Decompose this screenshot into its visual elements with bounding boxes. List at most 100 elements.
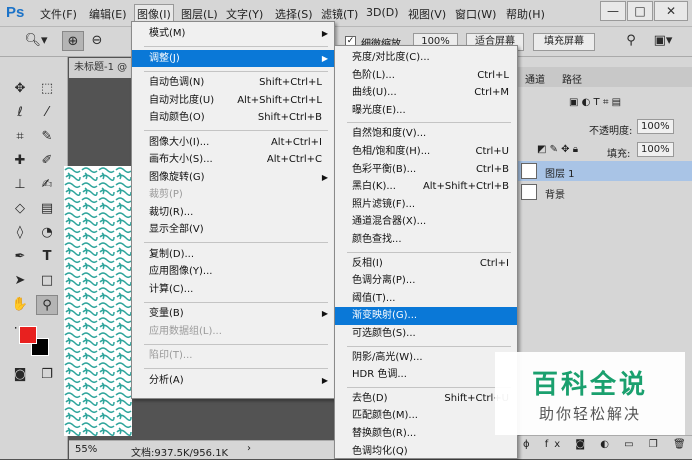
history-brush-icon[interactable]: ✍ <box>36 175 58 195</box>
filter-icons[interactable]: ▣ ◐ T ⌗ ▤ <box>569 97 621 108</box>
menu-item[interactable]: 应用图像(Y)... <box>132 263 334 281</box>
tab-channels[interactable]: 通道 <box>525 71 545 86</box>
workspace-icon[interactable]: ▣▾ <box>648 31 678 51</box>
menu-item[interactable]: 色调均化(Q) <box>335 443 517 460</box>
menu-item[interactable]: 3D(D) <box>366 6 399 19</box>
zoom-tool-preset-icon[interactable]: 🔍︎▾ <box>22 31 50 51</box>
menu-item-label: 分析(A) <box>149 374 184 386</box>
layer-name[interactable]: 图层 1 <box>545 165 575 180</box>
foreground-color-swatch[interactable] <box>19 326 37 344</box>
pen-tool-icon[interactable]: ✒ <box>9 247 31 267</box>
menu-item[interactable]: 自动颜色(O) Shift+Ctrl+B <box>132 109 334 127</box>
zoom-out-icon[interactable]: ⊖ <box>86 31 108 51</box>
tab-paths[interactable]: 路径 <box>562 71 582 86</box>
zoom-in-icon[interactable]: ⊕ <box>62 31 84 51</box>
menu-item[interactable]: 可选颜色(S)... <box>335 325 517 343</box>
minimize-button[interactable]: — <box>600 1 626 21</box>
menu-item-label: 应用图像(Y)... <box>149 266 213 277</box>
opacity-field[interactable]: 100% <box>637 119 674 134</box>
menu-item-label: 色阶(L)... <box>352 69 395 81</box>
lock-icons[interactable]: ◩ ✎ ✥ 🔒︎ <box>537 144 578 155</box>
menu-item[interactable]: 渐变映射(G)... <box>335 307 517 325</box>
menu-item[interactable]: 分析(A) ▶ <box>132 372 334 390</box>
menu-item[interactable]: 曲线(U)... Ctrl+M <box>335 84 517 102</box>
screen-mode-icon[interactable]: ❐ <box>36 365 58 385</box>
rectangle-tool-icon[interactable]: □ <box>36 271 58 291</box>
marquee-tool-icon[interactable]: ⬚ <box>36 79 58 99</box>
menu-item[interactable]: 视图(V) <box>408 6 446 22</box>
menu-item[interactable]: 替换颜色(R)... <box>335 425 517 443</box>
menu-item[interactable]: 色调分离(P)... <box>335 272 517 290</box>
lasso-tool-icon[interactable]: ℓ <box>9 103 31 123</box>
menu-item[interactable]: 色相/饱和度(H)... Ctrl+U <box>335 143 517 161</box>
crop-tool-icon[interactable]: ⌗ <box>9 127 31 147</box>
menu-item[interactable]: 亮度/对比度(C)... <box>335 49 517 67</box>
healing-brush-icon[interactable]: ✚ <box>9 151 31 171</box>
menu-item[interactable]: 复制(D)... <box>132 246 334 264</box>
document-tab[interactable]: 未标题-1 @ <box>69 58 131 78</box>
menu-item[interactable]: 阈值(T)... <box>335 290 517 308</box>
menu-item[interactable]: 图层(L) <box>181 6 218 22</box>
menu-item[interactable]: 图像大小(I)... Alt+Ctrl+I <box>132 134 334 152</box>
menu-item[interactable]: 阴影/高光(W)... <box>335 349 517 367</box>
menu-item[interactable]: 滤镜(T) <box>321 6 358 22</box>
menu-item[interactable]: 自动对比度(U) Alt+Shift+Ctrl+L <box>132 92 334 110</box>
fill-screen-button[interactable]: 填充屏幕 <box>533 33 595 51</box>
canvas-image[interactable] <box>64 166 132 436</box>
search-icon[interactable]: ⚲ <box>620 31 642 51</box>
menu-item[interactable]: 匹配颜色(M)... <box>335 407 517 425</box>
menu-item[interactable]: 帮助(H) <box>506 6 545 22</box>
menu-item[interactable]: 曝光度(E)... <box>335 102 517 120</box>
restore-button[interactable]: □ <box>627 1 653 21</box>
menu-item[interactable]: 自然饱和度(V)... <box>335 125 517 143</box>
menu-item[interactable]: 去色(D) Shift+Ctrl+U <box>335 390 517 408</box>
layer-actions-icons[interactable]: ɸ fx ◙ ◐ ▭ ❐ 🗑︎ <box>523 439 692 450</box>
blur-tool-icon[interactable]: ◊ <box>9 223 31 243</box>
menu-item[interactable]: 计算(C)... <box>132 281 334 299</box>
menu-item[interactable]: 自动色调(N) Shift+Ctrl+L <box>132 74 334 92</box>
layer-row[interactable]: 图层 1 <box>517 161 692 181</box>
gradient-tool-icon[interactable]: ▤ <box>36 199 58 219</box>
menu-shortcut: Alt+Shift+Ctrl+B <box>422 181 509 193</box>
watermark-subtitle: 助你轻松解决 <box>538 405 641 423</box>
menu-item[interactable]: 画布大小(S)... Alt+Ctrl+C <box>132 151 334 169</box>
menu-item[interactable]: 模式(M) ▶ <box>132 25 334 43</box>
dodge-tool-icon[interactable]: ◔ <box>36 223 58 243</box>
brush-tool-icon[interactable]: ✐ <box>36 151 58 171</box>
menu-item[interactable]: 反相(I) Ctrl+I <box>335 255 517 273</box>
move-tool-icon[interactable]: ✥ <box>9 79 31 99</box>
zoom-tool-icon[interactable]: ⚲ <box>36 295 58 315</box>
layer-name[interactable]: 背景 <box>545 186 565 201</box>
menu-item[interactable]: 黑白(K)... Alt+Shift+Ctrl+B <box>335 178 517 196</box>
menu-item[interactable]: 色阶(L)... Ctrl+L <box>335 67 517 85</box>
layer-row[interactable]: 背景 <box>517 182 692 202</box>
status-arrow-icon[interactable]: › <box>247 443 251 454</box>
stamp-tool-icon[interactable]: ⊥ <box>9 175 31 195</box>
fill-field[interactable]: 100% <box>637 142 674 157</box>
menu-item[interactable]: 显示全部(V) <box>132 221 334 239</box>
eyedropper-icon[interactable]: ✎ <box>36 127 58 147</box>
menu-item[interactable]: 文件(F) <box>40 6 77 22</box>
menu-item[interactable]: 裁切(R)... <box>132 204 334 222</box>
menu-item[interactable]: 通道混合器(X)... <box>335 213 517 231</box>
menu-item[interactable]: 照片滤镜(F)... <box>335 196 517 214</box>
menu-item[interactable]: 编辑(E) <box>89 6 127 22</box>
path-select-icon[interactable]: ➤ <box>9 271 31 291</box>
menu-item[interactable]: 窗口(W) <box>455 6 496 22</box>
close-button[interactable]: ✕ <box>654 1 688 21</box>
menu-item[interactable]: 色彩平衡(B)... Ctrl+B <box>335 161 517 179</box>
menu-item-label: 自然饱和度(V)... <box>352 128 427 140</box>
menu-item[interactable]: 图像旋转(G) ▶ <box>132 169 334 187</box>
menu-item[interactable]: HDR 色调... <box>335 366 517 384</box>
menu-item-label: 曲线(U)... <box>352 87 397 99</box>
menu-item[interactable]: 选择(S) <box>275 6 313 22</box>
type-tool-icon[interactable]: T <box>36 247 58 267</box>
menu-item[interactable]: 颜色查找... <box>335 231 517 249</box>
menu-item[interactable]: 文字(Y) <box>226 6 263 22</box>
menu-item[interactable]: 变量(B) ▶ <box>132 305 334 323</box>
hand-tool-icon[interactable]: ✋ <box>9 295 31 315</box>
magic-wand-icon[interactable]: ⁄ <box>36 103 58 123</box>
quick-mask-icon[interactable]: ◙ <box>9 365 31 385</box>
menu-item[interactable]: 调整(J) ▶ <box>132 49 334 67</box>
eraser-tool-icon[interactable]: ◇ <box>9 199 31 219</box>
